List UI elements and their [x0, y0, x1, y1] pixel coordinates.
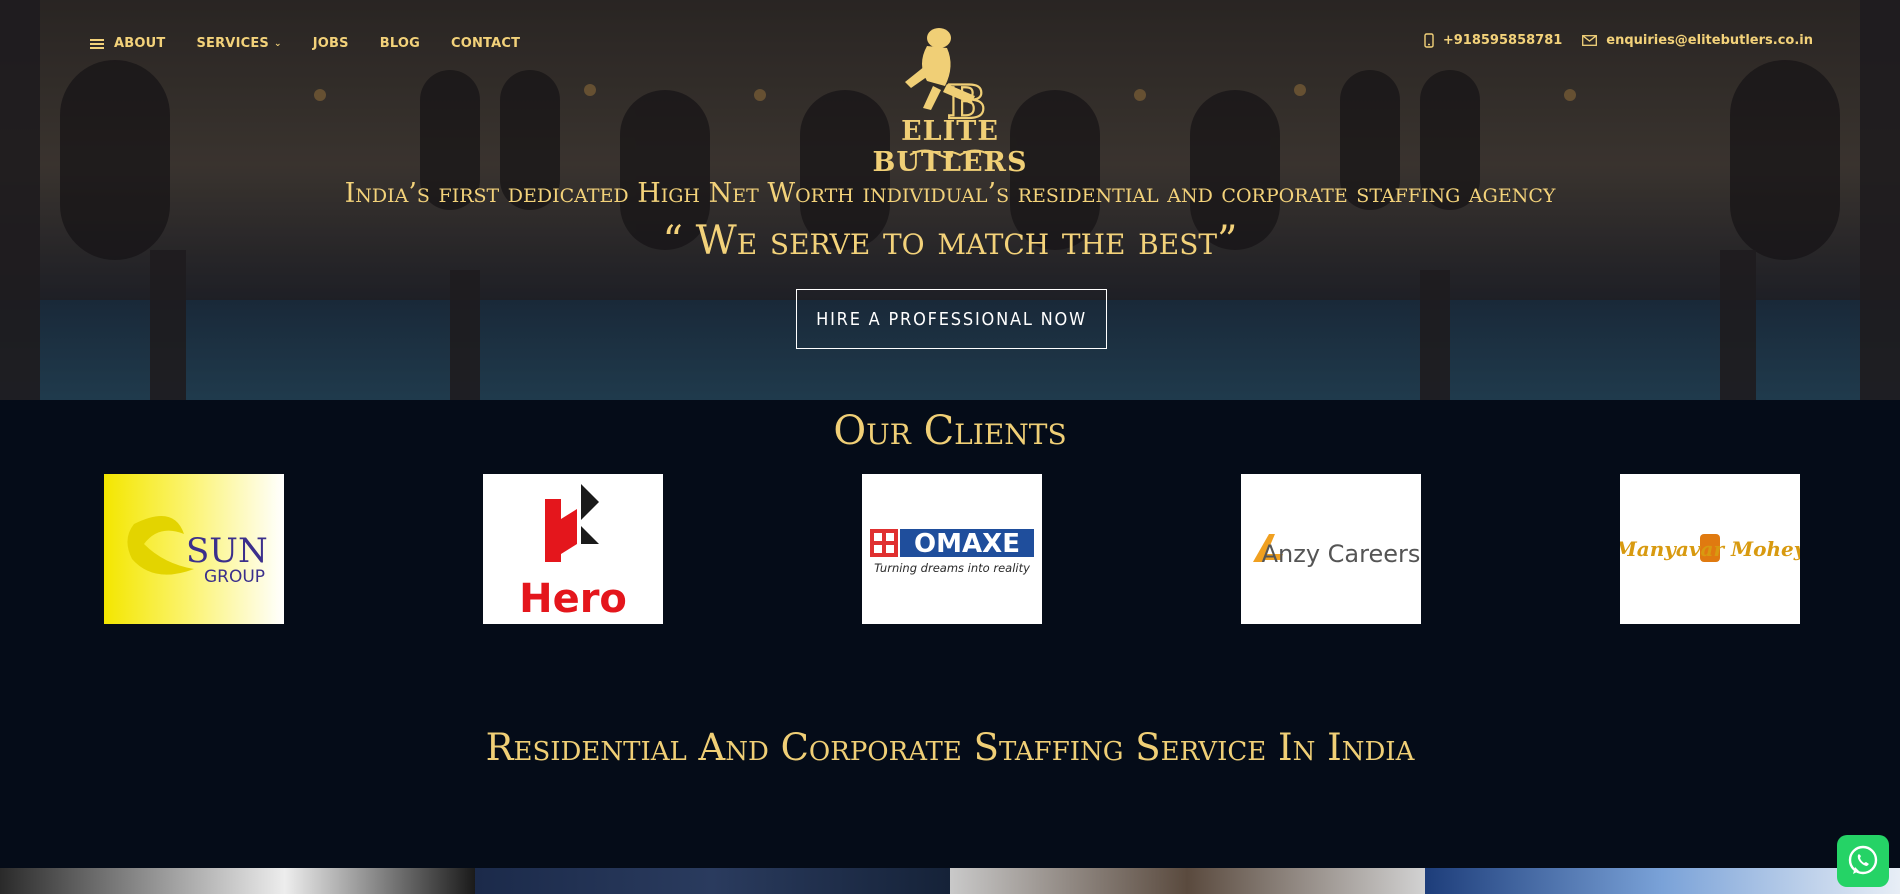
nav-item-jobs[interactable]: JOBS	[313, 36, 349, 51]
logo-text: ELITE BUTLERS	[872, 116, 1028, 178]
nav-item-services[interactable]: SERVICES ⌄	[196, 36, 281, 51]
chevron-down-icon: ⌄	[274, 38, 282, 49]
phone-number: +918595858781	[1442, 33, 1563, 48]
clients-title: Our Clients	[833, 408, 1067, 454]
email-address: enquiries@elitebutlers.co.in	[1606, 33, 1813, 48]
phone-icon	[1424, 33, 1434, 48]
hero-logo-name: Hero	[519, 576, 627, 622]
nav-item-contact[interactable]: CONTACT	[451, 36, 520, 51]
sun-group-logo: SUN GROUP	[127, 516, 268, 587]
nav-item-blog[interactable]: BLOG	[380, 36, 420, 51]
nav-item-about-label: ABOUT	[114, 36, 166, 51]
client-logo-omaxe: OMAXE Turning dreams into reality	[862, 474, 1042, 624]
sun-logo-name: SUN	[186, 531, 268, 571]
manyavar-logo-name: Manyavar Mohey	[1620, 537, 1800, 561]
logo-flourish-icon	[909, 149, 991, 159]
client-logo-hero: Hero	[483, 474, 663, 624]
nav-item-services-label: SERVICES	[196, 36, 269, 51]
hire-professional-button[interactable]: HIRE A PROFESSIONAL NOW	[796, 289, 1107, 349]
client-logo-sun-group: SUN GROUP	[104, 474, 284, 624]
hero-logo: Hero	[519, 484, 627, 622]
menu-icon[interactable]	[90, 37, 104, 51]
email-link[interactable]: enquiries@elitebutlers.co.in	[1582, 33, 1813, 48]
nav-item-about[interactable]: ABOUT	[90, 36, 165, 51]
omaxe-logo-name: OMAXE	[914, 529, 1020, 559]
hero-tagline: India’s first dedicated High Net Worth i…	[344, 178, 1556, 209]
client-logo-anzy-careers: Anzy Careers	[1241, 474, 1421, 624]
omaxe-logo: OMAXE Turning dreams into reality	[870, 529, 1034, 575]
omaxe-logo-sub: Turning dreams into reality	[874, 561, 1030, 575]
nav-item-jobs-label: JOBS	[312, 36, 349, 51]
butler-logo-icon: B	[905, 28, 987, 121]
contact-info: +918595858781 enquiries@elitebutlers.co.…	[1404, 33, 1813, 48]
section-title: Residential And Corporate Staffing Servi…	[485, 726, 1415, 769]
staff-image	[0, 868, 475, 894]
staff-image	[1425, 868, 1900, 894]
whatsapp-icon	[1848, 845, 1878, 875]
staff-images-strip	[0, 868, 1900, 894]
anzy-careers-logo: Anzy Careers	[1253, 534, 1421, 568]
client-logo-manyavar-mohey: Manyavar Mohey	[1620, 474, 1800, 624]
site-logo[interactable]: B ELITE BUTLERS	[835, 26, 1065, 178]
anzy-logo-name: Anzy Careers	[1262, 540, 1421, 568]
manyavar-mohey-logo: Manyavar Mohey	[1620, 534, 1800, 562]
svg-text:B: B	[947, 75, 986, 121]
phone-link[interactable]: +918595858781	[1424, 33, 1562, 48]
staff-image	[475, 868, 950, 894]
main-navigation: ABOUT SERVICES ⌄ JOBS BLOG CONTACT	[90, 36, 551, 51]
nav-item-blog-label: BLOG	[379, 36, 420, 51]
mail-icon	[1582, 35, 1598, 46]
staff-image	[950, 868, 1425, 894]
whatsapp-button[interactable]	[1837, 835, 1889, 887]
hero-motto: “ We serve to match the best”	[662, 218, 1238, 264]
nav-item-contact-label: CONTACT	[450, 36, 521, 51]
sun-logo-sub: GROUP	[204, 567, 265, 587]
